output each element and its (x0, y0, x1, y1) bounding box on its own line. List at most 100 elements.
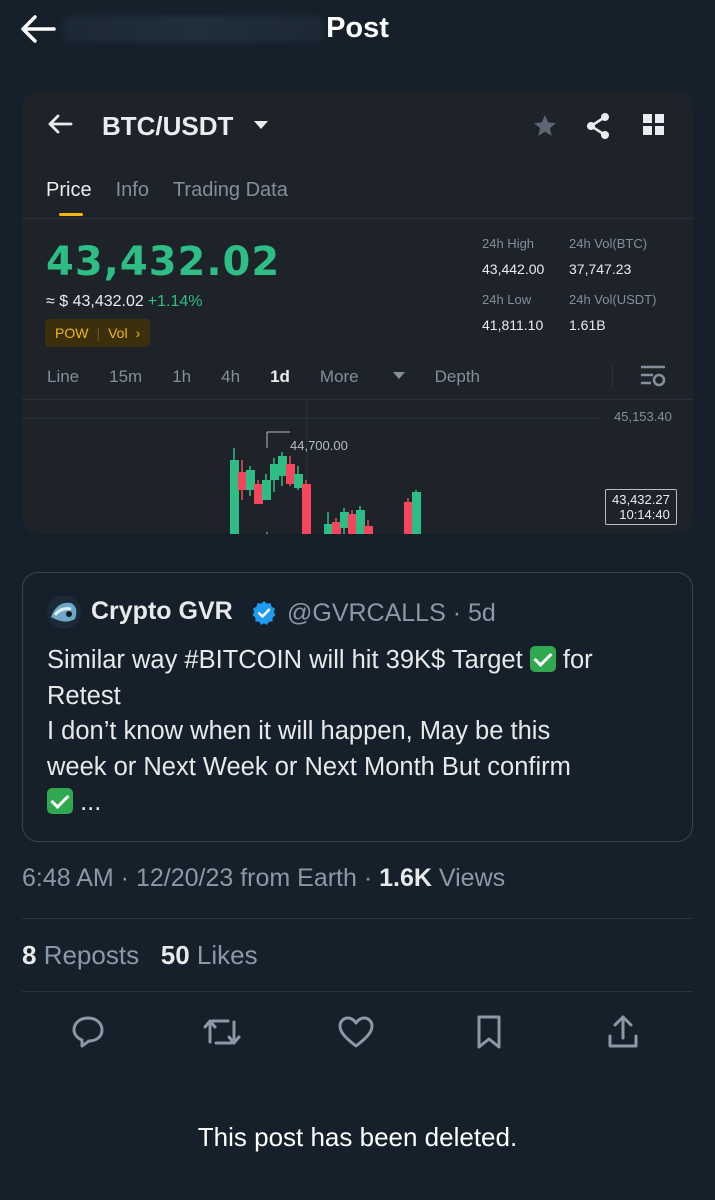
post-age: 5d (467, 599, 496, 627)
candle-body (278, 456, 287, 476)
pow-badge: POW | Vol › (45, 319, 151, 347)
stat-low-label: 24h Low (482, 292, 532, 307)
reposts-link[interactable]: 8 Reposts (22, 940, 139, 970)
chart-screenshot-card[interactable]: BTC/USDT Price Info Trading Data 43,432.… (22, 91, 693, 534)
usd-price-line: ≈ $ 43,432.02 +1.14% (46, 293, 202, 311)
stat-high-label: 24h High (482, 236, 535, 251)
quoted-post[interactable]: Crypto GVR @GVRCALLS · 5d Similar way #B… (22, 572, 693, 842)
candle-body (332, 522, 341, 534)
likes-label: Likes (189, 940, 258, 970)
usd-price: ≈ $ 43,432.02 (46, 293, 144, 310)
grid-icon (643, 114, 664, 135)
chevron-right-icon: › (135, 325, 141, 341)
likes-count: 50 (160, 940, 190, 970)
bookmark-button[interactable] (469, 1012, 509, 1052)
pair-back-icon (48, 114, 73, 134)
candle-body (340, 512, 349, 528)
share-upload-icon (608, 1015, 638, 1048)
quote-line-2: Retest (47, 681, 121, 710)
author-handle-line: @GVRCALLS · 5d (287, 599, 496, 627)
last-price-marker: 43,432.27 10:14:40 (605, 489, 677, 525)
interval-bar: Line 15m 1h 4h 1d More Depth (47, 367, 510, 387)
author-name: Crypto GVR (91, 597, 233, 625)
tab-price: Price (46, 179, 92, 216)
caret-down-icon (254, 121, 268, 129)
candle-body (324, 524, 333, 534)
interval-more: More (319, 367, 359, 386)
share-button[interactable] (603, 1012, 643, 1052)
stat-volusdt-label: 24h Vol(USDT) (569, 292, 657, 307)
interval-depth: Depth (434, 367, 481, 386)
heart-icon (338, 1016, 374, 1048)
chart-settings-icon (641, 365, 666, 387)
caret-down-icon (392, 372, 405, 380)
star-icon (534, 115, 556, 136)
candle-body (246, 470, 255, 490)
deleted-notice: This post has been deleted. (197, 1122, 518, 1152)
quote-line-4: week or Next Week or Next Month But conf… (47, 752, 571, 781)
trading-pair: BTC/USDT (102, 111, 234, 141)
candle-body (302, 484, 311, 534)
candle-body (412, 492, 421, 534)
candle-body (404, 502, 413, 534)
like-button[interactable] (336, 1012, 376, 1052)
post-metadata: 6:48 AM · 12/20/23 from Earth · 1.6K Vie… (22, 864, 505, 893)
author-handle: @GVRCALLS (287, 599, 446, 627)
check-mark-icon (47, 788, 73, 814)
interval-line: Line (47, 367, 80, 386)
price-change: +1.14% (147, 293, 203, 310)
interval-more-group: More (320, 367, 405, 387)
divider (22, 918, 693, 919)
repost-icon (203, 1019, 241, 1045)
stat-low-value: 41,811.10 (482, 317, 544, 333)
reposts-count: 8 (22, 940, 37, 970)
stat-volbtc-label: 24h Vol(BTC) (569, 236, 648, 251)
post-timestamp: 6:48 AM · 12/20/23 from Earth · (22, 864, 380, 892)
interval-1d: 1d (270, 367, 290, 386)
check-mark-icon (529, 646, 556, 672)
page-title: Post (326, 12, 389, 44)
views-count: 1.6K (379, 864, 432, 892)
avatar (47, 595, 81, 629)
last-price: 43,432.02 (46, 239, 281, 285)
reply-button[interactable] (68, 1012, 108, 1052)
badge-separator: | (96, 325, 101, 341)
quote-line-1-end: for (562, 646, 593, 674)
candlestick-chart (22, 400, 602, 534)
likes-link[interactable]: 50 Likes (161, 940, 258, 970)
quote-line-1: Similar way #BITCOIN will hit 39K$ Targe… (47, 646, 523, 674)
candle-body (254, 484, 263, 504)
reposts-label: Reposts (36, 940, 140, 970)
candle-body (286, 464, 295, 484)
stat-volusdt-value: 1.61B (569, 317, 606, 333)
candle-body (364, 526, 373, 534)
share-icon (587, 113, 609, 139)
quote-line-3: I don’t know when it will happen, May be… (47, 717, 551, 745)
candle-body (270, 464, 279, 480)
quoted-text: Similar way #BITCOIN will hit 39K$ Targe… (47, 643, 677, 821)
interval-1h: 1h (172, 367, 192, 386)
bookmark-icon (477, 1015, 501, 1049)
high-marker-label: 44,700.00 (290, 438, 348, 453)
divider (22, 218, 693, 219)
interval-15m: 15m (109, 367, 143, 386)
candle-body (348, 514, 357, 534)
divider (22, 991, 693, 992)
tab-info: Info (115, 179, 149, 201)
interval-4h: 4h (221, 367, 241, 386)
candle-body (294, 474, 303, 488)
repost-button[interactable] (202, 1012, 242, 1052)
quote-line-5-end: ... (80, 788, 102, 816)
candle-body (356, 510, 365, 534)
marker-price: 43,432.27 (612, 492, 670, 507)
candle-body (262, 480, 271, 500)
price-axis-top: 45,153.40 (614, 409, 672, 424)
views-label: Views (431, 864, 506, 892)
marker-time: 10:14:40 (619, 507, 670, 522)
candle-body (230, 460, 239, 534)
tab-trading-data: Trading Data (172, 179, 288, 201)
stat-volbtc-value: 37,747.23 (569, 261, 632, 277)
verified-badge-icon (252, 601, 276, 625)
engagement-counts: 8 Reposts 50 Likes (22, 940, 258, 971)
stat-high-value: 43,442.00 (482, 261, 545, 277)
